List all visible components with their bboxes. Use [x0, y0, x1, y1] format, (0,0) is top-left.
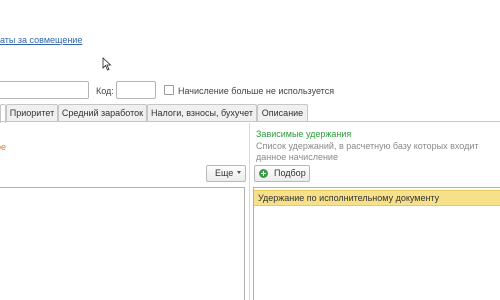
tab-priority[interactable]: Приоритет [6, 104, 58, 122]
tab-description[interactable]: Описание [257, 104, 308, 122]
no-longer-used-label: Начисление больше не используется [178, 86, 335, 96]
add-icon [259, 169, 268, 178]
tab-strip: Приоритет Средний заработок Налоги, взно… [0, 104, 500, 123]
panel-splitter[interactable] [249, 123, 250, 300]
code-input[interactable] [116, 81, 156, 99]
tab-taxes-contributions-accounting[interactable]: Налоги, взносы, бухучет [147, 104, 257, 122]
tab-strip-divider [0, 121, 500, 122]
list-item-label: Удержание по исполнительному документу [258, 193, 440, 203]
left-panel-heading: ое [0, 142, 7, 152]
top-link[interactable]: аты за совмещение [0, 35, 82, 45]
mouse-cursor-icon [102, 57, 112, 71]
dependent-deductions-title: Зависимые удержания [256, 129, 352, 139]
no-longer-used-checkbox[interactable] [164, 85, 174, 95]
dependent-deductions-description: Список удержаний, в расчетную базу котор… [256, 141, 479, 162]
left-list[interactable] [0, 187, 245, 300]
code-label: Код: [96, 86, 114, 96]
name-input[interactable] [0, 81, 89, 99]
chevron-down-icon [237, 171, 241, 174]
tab-average-earnings[interactable]: Средний заработок [58, 104, 147, 122]
